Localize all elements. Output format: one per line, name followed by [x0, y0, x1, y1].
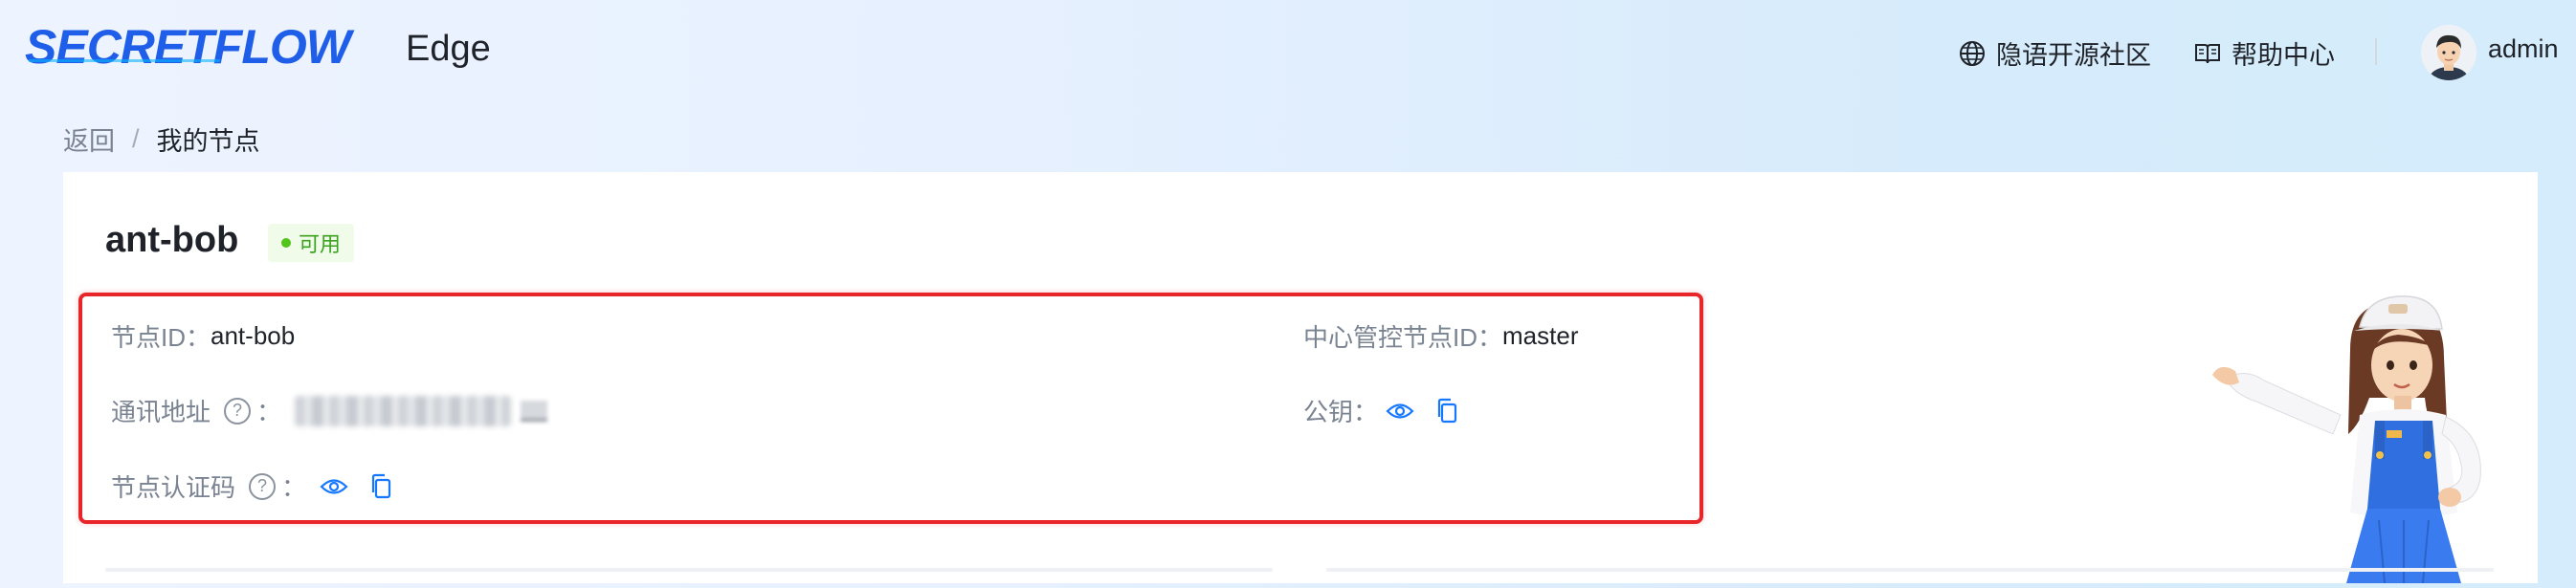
nav-help-link[interactable]: 帮助中心: [2193, 34, 2335, 72]
cert-label: 节点认证码: [111, 473, 236, 502]
secretflow-logo[interactable]: SECRETFLOW: [25, 19, 379, 81]
address-colon: ：: [256, 398, 282, 426]
globe-icon: [1960, 40, 1985, 66]
node-name-title: ant-bob: [105, 220, 239, 260]
logo-text: SECRETFLOW: [25, 20, 355, 74]
master-id-value: master: [1502, 321, 1579, 350]
cert-row: 节点认证码 ? ：: [111, 468, 392, 504]
cert-eye-icon[interactable]: [320, 476, 348, 497]
user-name[interactable]: admin: [2488, 34, 2559, 64]
product-name: Edge: [406, 29, 491, 69]
book-icon: [2195, 43, 2220, 63]
cert-copy-icon[interactable]: [369, 473, 392, 500]
status-dot: [281, 238, 291, 248]
pubkey-row: 公钥：: [1303, 393, 1458, 428]
address-label: 通讯地址: [111, 398, 211, 426]
cert-help-icon[interactable]: ?: [249, 472, 277, 500]
edit-address-icon[interactable]: [521, 400, 548, 422]
pubkey-eye-icon[interactable]: [1386, 401, 1414, 422]
breadcrumb-separator: /: [132, 124, 140, 153]
address-value-redacted: [295, 395, 512, 426]
address-row: 通讯地址 ? ：: [111, 393, 548, 428]
node-id-value: ant-bob: [211, 321, 296, 350]
breadcrumb-current: 我的节点: [156, 127, 260, 156]
status-badge: 可用: [268, 224, 355, 262]
nav-community-link[interactable]: 隐语开源社区: [1958, 34, 2151, 72]
cert-colon: ：: [281, 473, 307, 502]
node-id-row: 节点ID： ant-bob: [111, 318, 295, 354]
master-id-row: 中心管控节点ID： master: [1303, 318, 1578, 354]
avatar[interactable]: [2421, 25, 2476, 80]
section-divider-right: [1326, 568, 2494, 572]
status-label: 可用: [299, 232, 342, 256]
top-header: SECRETFLOW Edge 隐语开源社区 帮助中心 admin: [0, 0, 2576, 105]
address-help-icon[interactable]: ?: [224, 397, 252, 425]
header-divider: [2375, 38, 2377, 65]
pubkey-copy-icon[interactable]: [1435, 398, 1458, 425]
section-divider-left: [105, 568, 1273, 572]
breadcrumb: 返回 / 我的节点: [63, 120, 260, 158]
nav-community-label: 隐语开源社区: [1996, 41, 2151, 70]
pubkey-label: 公钥：: [1303, 398, 1379, 426]
master-id-label: 中心管控节点ID：: [1303, 323, 1503, 352]
node-detail-card: ant-bob 可用 节点ID： ant-bob 通讯地址 ? ： 节点认证码 …: [63, 172, 2538, 584]
node-id-label: 节点ID：: [111, 323, 211, 352]
nav-help-label: 帮助中心: [2232, 41, 2335, 70]
assistant-illustration: [2207, 291, 2532, 588]
breadcrumb-back-link[interactable]: 返回: [63, 120, 115, 158]
